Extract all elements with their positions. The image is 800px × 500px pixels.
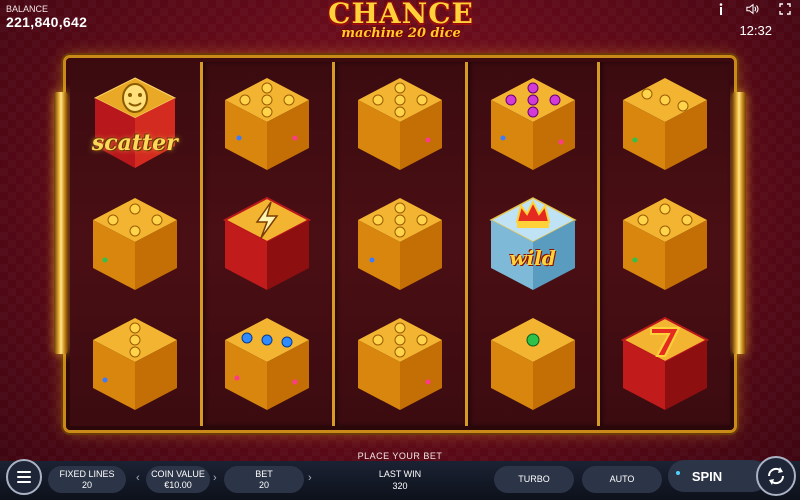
spin-button[interactable]: SPIN bbox=[668, 460, 768, 492]
menu-icon-line bbox=[17, 481, 31, 483]
logo-subtitle: machine 20 dice bbox=[341, 26, 461, 41]
symbol-cell: scatter bbox=[70, 64, 200, 184]
reels: scatter wild bbox=[70, 62, 730, 426]
dice-icon bbox=[92, 198, 177, 290]
dice-symbol bbox=[348, 72, 452, 176]
coin-value-value: €10.00 bbox=[164, 479, 192, 490]
reel-4: wild bbox=[464, 62, 598, 426]
dice-symbol bbox=[481, 312, 585, 416]
symbol-cell bbox=[335, 64, 465, 184]
dice-icon bbox=[623, 198, 708, 290]
dice-symbol bbox=[215, 72, 319, 176]
frame-left-cap bbox=[54, 92, 68, 354]
dice-icon bbox=[490, 78, 575, 170]
crown-icon bbox=[488, 197, 577, 290]
dice-icon bbox=[357, 318, 442, 410]
menu-icon-line bbox=[17, 471, 31, 473]
last-win-label: LAST WIN bbox=[378, 469, 422, 479]
symbol-cell bbox=[203, 64, 333, 184]
spin-circle-button[interactable] bbox=[756, 456, 796, 496]
balance-label: BALANCE bbox=[6, 4, 49, 14]
fixed-lines-display: FIXED LINES 20 bbox=[48, 466, 126, 493]
info-icon[interactable] bbox=[714, 2, 728, 16]
auto-button[interactable]: AUTO bbox=[582, 466, 662, 493]
spin-indicator-dot bbox=[676, 471, 680, 475]
symbol-cell bbox=[600, 304, 730, 424]
bet-label: BET bbox=[255, 468, 273, 479]
logo-title: CHANCE bbox=[328, 0, 474, 30]
symbol-cell bbox=[335, 304, 465, 424]
bet-value: 20 bbox=[258, 479, 269, 490]
dice-icon bbox=[490, 318, 575, 410]
reel-3 bbox=[332, 62, 465, 426]
symbol-cell bbox=[335, 184, 465, 304]
seven-symbol bbox=[613, 312, 717, 416]
fixed-lines-label: FIXED LINES bbox=[59, 468, 115, 479]
symbol-cell bbox=[468, 64, 598, 184]
symbol-cell bbox=[203, 304, 333, 424]
bet-increase-icon[interactable]: › bbox=[308, 472, 312, 484]
fullscreen-icon[interactable] bbox=[778, 2, 792, 16]
symbol-cell bbox=[203, 184, 333, 304]
dice-symbol bbox=[481, 72, 585, 176]
dice-icon bbox=[225, 318, 310, 410]
scatter-symbol: scatter bbox=[83, 72, 187, 176]
top-icons bbox=[714, 2, 792, 16]
symbol-cell bbox=[600, 184, 730, 304]
turbo-label: TURBO bbox=[518, 474, 550, 484]
coin-value-label: COIN VALUE bbox=[151, 468, 205, 479]
reel-2 bbox=[199, 62, 333, 426]
refresh-icon bbox=[767, 467, 785, 485]
auto-label: AUTO bbox=[609, 474, 635, 484]
sound-icon[interactable] bbox=[746, 2, 760, 16]
lightning-icon bbox=[223, 196, 312, 290]
dice-symbol bbox=[613, 192, 717, 296]
wild-symbol: wild bbox=[481, 192, 585, 296]
turbo-button[interactable]: TURBO bbox=[494, 466, 574, 493]
last-win-value: 320 bbox=[392, 481, 408, 491]
reel-1: scatter bbox=[70, 62, 200, 426]
last-win-display: LAST WIN 320 bbox=[360, 468, 440, 492]
dice-icon bbox=[623, 78, 708, 170]
lightning-symbol bbox=[215, 192, 319, 296]
symbol-cell: wild bbox=[468, 184, 598, 304]
bet-selector[interactable]: BET 20 bbox=[224, 466, 304, 493]
balance-value: 221,840,642 bbox=[6, 14, 88, 30]
coin-value-decrease-icon[interactable]: ‹ bbox=[136, 472, 140, 484]
menu-button[interactable] bbox=[6, 459, 42, 495]
mask-icon bbox=[93, 77, 176, 168]
coin-value-increase-icon[interactable]: › bbox=[213, 472, 217, 484]
dice-symbol bbox=[613, 72, 717, 176]
game-logo: CHANCE machine 20 dice bbox=[316, 0, 486, 44]
dice-icon bbox=[92, 318, 177, 410]
symbol-cell bbox=[600, 64, 730, 184]
dice-symbol bbox=[348, 192, 452, 296]
menu-icon-line bbox=[17, 476, 31, 478]
dice-symbol bbox=[215, 312, 319, 416]
dice-icon bbox=[357, 198, 442, 290]
coin-value-selector[interactable]: COIN VALUE €10.00 bbox=[146, 466, 210, 493]
dice-icon bbox=[225, 78, 310, 170]
dice-symbol bbox=[83, 192, 187, 296]
symbol-cell bbox=[70, 184, 200, 304]
dice-symbol bbox=[83, 312, 187, 416]
seven-icon bbox=[621, 316, 710, 410]
dice-symbol bbox=[348, 312, 452, 416]
dice-icon bbox=[357, 78, 442, 170]
fixed-lines-value: 20 bbox=[81, 479, 92, 490]
clock: 12:32 bbox=[739, 23, 772, 38]
symbol-cell bbox=[70, 304, 200, 424]
reel-5 bbox=[597, 62, 730, 426]
frame-right-cap bbox=[732, 92, 746, 354]
spin-label: SPIN bbox=[691, 468, 723, 484]
symbol-cell bbox=[468, 304, 598, 424]
